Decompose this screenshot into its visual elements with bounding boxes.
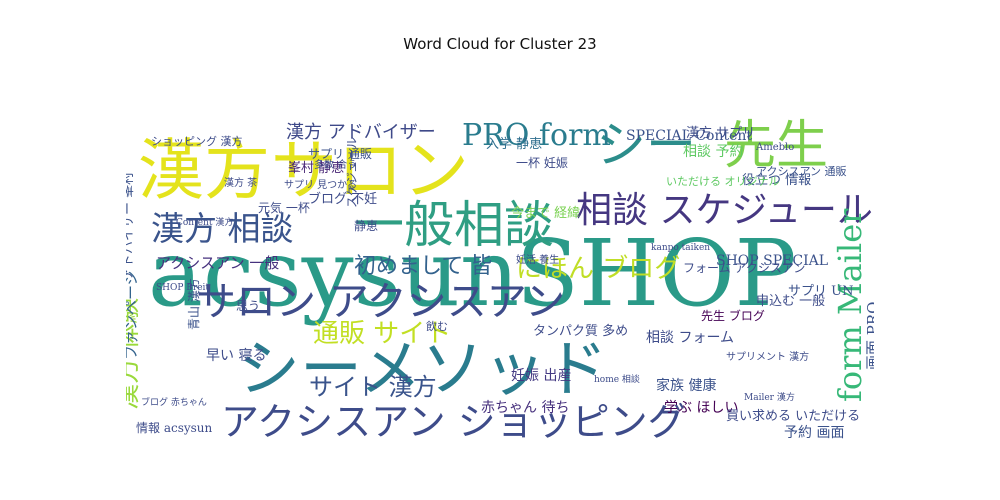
cloud-word: スケジュール bbox=[345, 137, 359, 208]
cloud-word: 一杯 妊娠 bbox=[516, 156, 568, 170]
figure: Word Cloud for Cluster 23 acsysun SHOP 漢方サ… bbox=[0, 0, 1000, 500]
cloud-word: 先生 ブログ bbox=[701, 308, 765, 323]
chart-title: Word Cloud for Cluster 23 bbox=[403, 35, 597, 53]
cloud-word: サプリメント 漢方 bbox=[726, 350, 809, 363]
cloud-word: ファンページ bbox=[126, 270, 140, 360]
cloud-word: Content 漢方 bbox=[176, 216, 233, 228]
cloud-word: 漢方 サプリ bbox=[686, 125, 755, 141]
cloud-word: 静恵 bbox=[354, 219, 378, 233]
cloud-word: 情報 acsysun bbox=[136, 421, 213, 435]
cloud-word: ブログ 赤ちゃん bbox=[141, 396, 207, 408]
cloud-word: サイト 漢方 bbox=[309, 373, 437, 401]
cloud-word: SHOP Breit bbox=[156, 283, 209, 293]
cloud-word: 画面 PRO bbox=[864, 302, 874, 370]
cloud-word: 妊娠 出産 bbox=[511, 368, 571, 384]
cloud-word: シー bbox=[596, 116, 696, 174]
cloud-word: 飲む bbox=[426, 319, 448, 333]
word-cloud-svg: acsysunSHOP漢方 サロン シー 先生シーメソッドサロン アクシスアンアクシス… bbox=[126, 116, 874, 444]
cloud-word: 相談 フォーム bbox=[646, 330, 734, 346]
cloud-word: Mailer 漢方 bbox=[744, 391, 795, 403]
cloud-word: 思う bbox=[236, 299, 260, 313]
cloud-word: サプリ 通販 bbox=[308, 147, 372, 161]
cloud-word: サプリ 見つかる bbox=[284, 179, 357, 191]
cloud-word: 入学 静恵 bbox=[486, 136, 542, 152]
cloud-word: kanpo taiken bbox=[651, 243, 710, 253]
cloud-word: 予約 画面 bbox=[784, 425, 844, 441]
cloud-word: タンパク質 多め bbox=[533, 323, 628, 339]
cloud-word: ショッピング 漢方 bbox=[151, 134, 243, 148]
cloud-word: 相談 予約 bbox=[683, 144, 743, 160]
cloud-word: 一般相談 bbox=[354, 196, 554, 254]
cloud-word: アドバイザー 峯村 bbox=[126, 172, 136, 280]
cloud-word: フォーム アクシスアン bbox=[683, 261, 805, 275]
cloud-word: いただける オリジナル bbox=[666, 175, 780, 188]
cloud-word: 元気 一杯 bbox=[258, 200, 310, 215]
cloud-word: 申込む 一般 bbox=[756, 293, 825, 309]
cloud-word: アクシスアン ショッピング bbox=[221, 400, 686, 444]
cloud-word: home 相談 bbox=[594, 373, 640, 385]
cloud-word: 妊活 養生 bbox=[516, 253, 559, 266]
cloud-word: 今まで 経緯 bbox=[511, 205, 580, 221]
cloud-word: 相談 スケジュール bbox=[576, 190, 873, 231]
cloud-word: 買い求める いただける bbox=[726, 409, 860, 424]
word-cloud-panel: acsysun SHOP 漢方 サロン シー 先生 シーメソッド サロン アクシスアン アクシス… bbox=[126, 60, 874, 445]
cloud-word: 赤ちゃん 待ち bbox=[481, 400, 569, 416]
cloud-word: 家族 健康 bbox=[656, 377, 716, 394]
cloud-word: 初めまして 皆 bbox=[354, 254, 492, 279]
cloud-word: Ameblo bbox=[755, 142, 794, 153]
cloud-word: 漢方 アドバイザー bbox=[286, 122, 436, 143]
cloud-word: 早い 寝る bbox=[206, 347, 266, 364]
cloud-word: 多数 合う bbox=[314, 158, 357, 171]
cloud-word: ブログ 不妊 bbox=[308, 191, 377, 207]
cloud-word: 漢方 茶 bbox=[224, 176, 257, 189]
cloud-word: アクシスアン 一般 bbox=[156, 254, 279, 272]
